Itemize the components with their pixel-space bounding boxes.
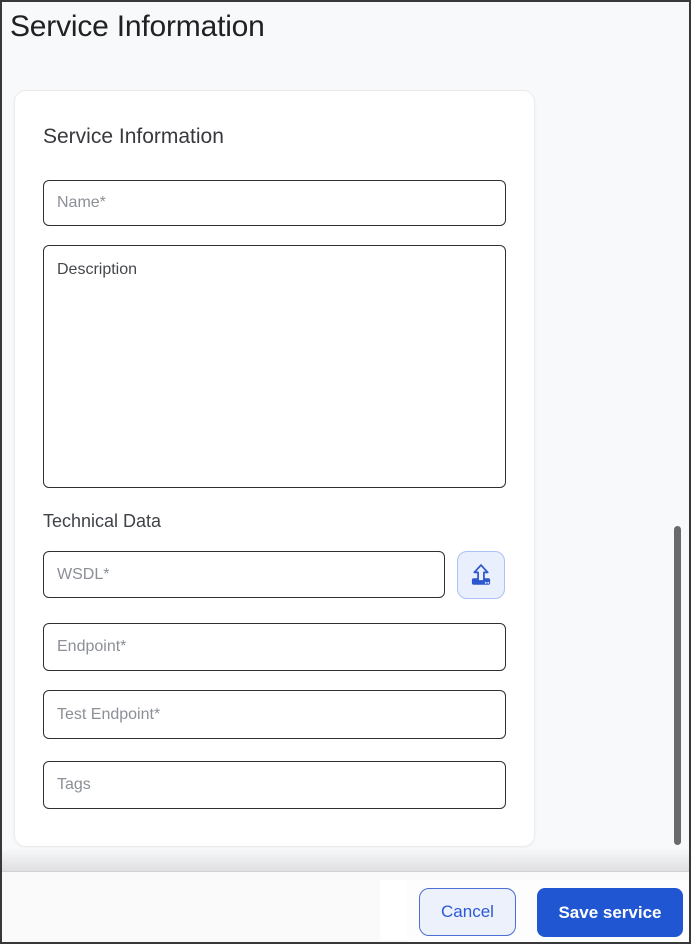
description-textarea[interactable]	[43, 245, 506, 488]
upload-icon	[468, 562, 494, 588]
service-information-card: Service Information Technical Data	[14, 90, 535, 847]
wsdl-input[interactable]	[43, 551, 445, 598]
vertical-scrollbar-thumb[interactable]	[674, 526, 681, 845]
tags-input[interactable]	[43, 761, 506, 809]
page-title: Service Information	[10, 10, 265, 44]
name-input[interactable]	[43, 180, 506, 226]
test-endpoint-input[interactable]	[43, 690, 506, 739]
card-heading: Service Information	[43, 125, 224, 149]
endpoint-input[interactable]	[43, 623, 506, 671]
footer-action-bar: Cancel Save service	[2, 873, 689, 944]
scroll-bottom-shadow	[2, 848, 689, 872]
technical-data-heading: Technical Data	[43, 511, 161, 532]
cancel-button[interactable]: Cancel	[419, 888, 516, 936]
upload-wsdl-button[interactable]	[457, 551, 505, 599]
footer-surface-strip	[380, 880, 407, 940]
save-service-button[interactable]: Save service	[537, 888, 683, 937]
service-information-dialog: Service Information Service Information …	[0, 0, 691, 944]
